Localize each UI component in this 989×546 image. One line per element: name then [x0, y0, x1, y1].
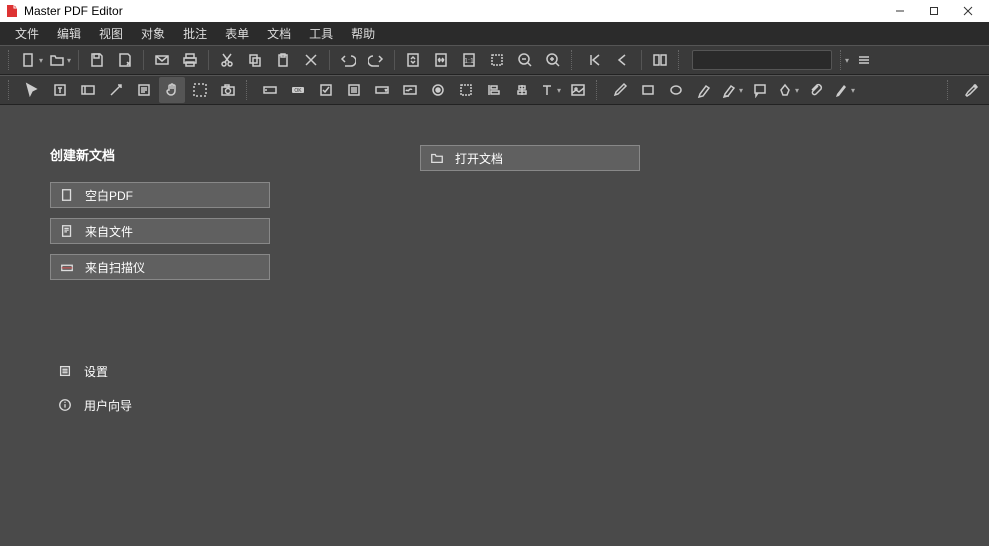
menu-document[interactable]: 文档	[258, 22, 300, 45]
actual-size-button[interactable]: 1:1	[456, 47, 482, 73]
user-guide-link[interactable]: 用户向导	[50, 394, 270, 416]
fit-width-button[interactable]	[428, 47, 454, 73]
from-scanner-label: 来自扫描仪	[85, 259, 145, 276]
menu-help[interactable]: 帮助	[342, 22, 384, 45]
select-tool[interactable]	[19, 77, 45, 103]
blank-pdf-button[interactable]: 空白PDF	[50, 182, 270, 208]
svg-text:1:1: 1:1	[464, 58, 474, 65]
insert-image-tool[interactable]	[565, 77, 591, 103]
button-field-tool[interactable]: OK	[285, 77, 311, 103]
folder-open-icon	[429, 150, 445, 166]
highlight-tool[interactable]	[691, 77, 717, 103]
redo-button[interactable]	[363, 47, 389, 73]
open-button[interactable]: ▾	[47, 47, 73, 73]
toolbar-tools: OK ▾ ▾ ▾ ▾	[0, 75, 989, 105]
stamp-tool[interactable]: ▾	[775, 77, 801, 103]
text-field-tool[interactable]	[257, 77, 283, 103]
email-button[interactable]	[149, 47, 175, 73]
create-heading: 创建新文档	[50, 145, 270, 164]
fit-page-button[interactable]	[400, 47, 426, 73]
menu-form[interactable]: 表单	[216, 22, 258, 45]
zoom-out-button[interactable]	[512, 47, 538, 73]
snapshot-tool[interactable]	[187, 77, 213, 103]
undo-button[interactable]	[335, 47, 361, 73]
svg-text:OK: OK	[294, 88, 302, 94]
title-bar: Master PDF Editor	[0, 0, 989, 22]
initials-tool[interactable]	[958, 77, 984, 103]
print-button[interactable]	[177, 47, 203, 73]
close-button[interactable]	[951, 0, 985, 22]
link-tool[interactable]	[453, 77, 479, 103]
start-screen: 创建新文档 空白PDF 来自文件 来自扫描仪 设置 用户向导 打开文档	[0, 105, 989, 546]
note-tool[interactable]	[747, 77, 773, 103]
menu-file[interactable]: 文件	[6, 22, 48, 45]
settings-icon	[56, 362, 74, 380]
callout-tool[interactable]: ▾	[719, 77, 745, 103]
listbox-field-tool[interactable]	[341, 77, 367, 103]
blank-page-icon	[59, 187, 75, 203]
hand-tool[interactable]	[159, 77, 185, 103]
search-input[interactable]	[701, 54, 843, 66]
maximize-button[interactable]	[917, 0, 951, 22]
blank-pdf-label: 空白PDF	[85, 187, 133, 204]
prev-page-button[interactable]	[610, 47, 636, 73]
new-doc-button[interactable]: ▾	[19, 47, 45, 73]
ellipse-tool[interactable]	[663, 77, 689, 103]
toolbar-main: ▾ ▾ 1:1 ▾	[0, 45, 989, 75]
from-file-label: 来自文件	[85, 223, 133, 240]
file-icon	[59, 223, 75, 239]
scanner-icon	[59, 259, 75, 275]
edit-object-tool[interactable]	[103, 77, 129, 103]
align-center-tool[interactable]	[509, 77, 535, 103]
signature-field-tool[interactable]	[397, 77, 423, 103]
user-guide-label: 用户向导	[84, 397, 132, 414]
menu-annotate[interactable]: 批注	[174, 22, 216, 45]
rectangle-tool[interactable]	[635, 77, 661, 103]
menu-object[interactable]: 对象	[132, 22, 174, 45]
from-file-button[interactable]: 来自文件	[50, 218, 270, 244]
settings-label: 设置	[84, 363, 108, 380]
camera-tool[interactable]	[215, 77, 241, 103]
first-page-button[interactable]	[582, 47, 608, 73]
open-doc-label: 打开文档	[455, 150, 503, 167]
copy-button[interactable]	[242, 47, 268, 73]
open-doc-button[interactable]: 打开文档	[420, 145, 640, 171]
save-button[interactable]	[84, 47, 110, 73]
align-left-tool[interactable]	[481, 77, 507, 103]
pencil-tool[interactable]	[607, 77, 633, 103]
marker-tool[interactable]: ▾	[831, 77, 857, 103]
attachment-tool[interactable]	[803, 77, 829, 103]
insert-text-tool[interactable]: ▾	[537, 77, 563, 103]
delete-button[interactable]	[298, 47, 324, 73]
minimize-button[interactable]	[883, 0, 917, 22]
menu-view[interactable]: 视图	[90, 22, 132, 45]
combobox-field-tool[interactable]	[369, 77, 395, 103]
settings-link[interactable]: 设置	[50, 360, 270, 382]
edit-form-tool[interactable]	[75, 77, 101, 103]
menu-bar: 文件 编辑 视图 对象 批注 表单 文档 工具 帮助	[0, 22, 989, 45]
save-as-button[interactable]	[112, 47, 138, 73]
menu-edit[interactable]: 编辑	[48, 22, 90, 45]
menu-toggle-button[interactable]	[851, 47, 877, 73]
app-icon	[4, 3, 20, 19]
from-scanner-button[interactable]: 来自扫描仪	[50, 254, 270, 280]
select-text-tool[interactable]	[131, 77, 157, 103]
checkbox-field-tool[interactable]	[313, 77, 339, 103]
info-icon	[56, 396, 74, 414]
bookmarks-button[interactable]	[647, 47, 673, 73]
paste-button[interactable]	[270, 47, 296, 73]
radio-field-tool[interactable]	[425, 77, 451, 103]
zoom-in-button[interactable]	[540, 47, 566, 73]
search-box[interactable]: ▾	[692, 50, 832, 70]
cut-button[interactable]	[214, 47, 240, 73]
window-title: Master PDF Editor	[24, 4, 883, 18]
edit-text-tool[interactable]	[47, 77, 73, 103]
menu-tools[interactable]: 工具	[300, 22, 342, 45]
zoom-marquee-button[interactable]	[484, 47, 510, 73]
